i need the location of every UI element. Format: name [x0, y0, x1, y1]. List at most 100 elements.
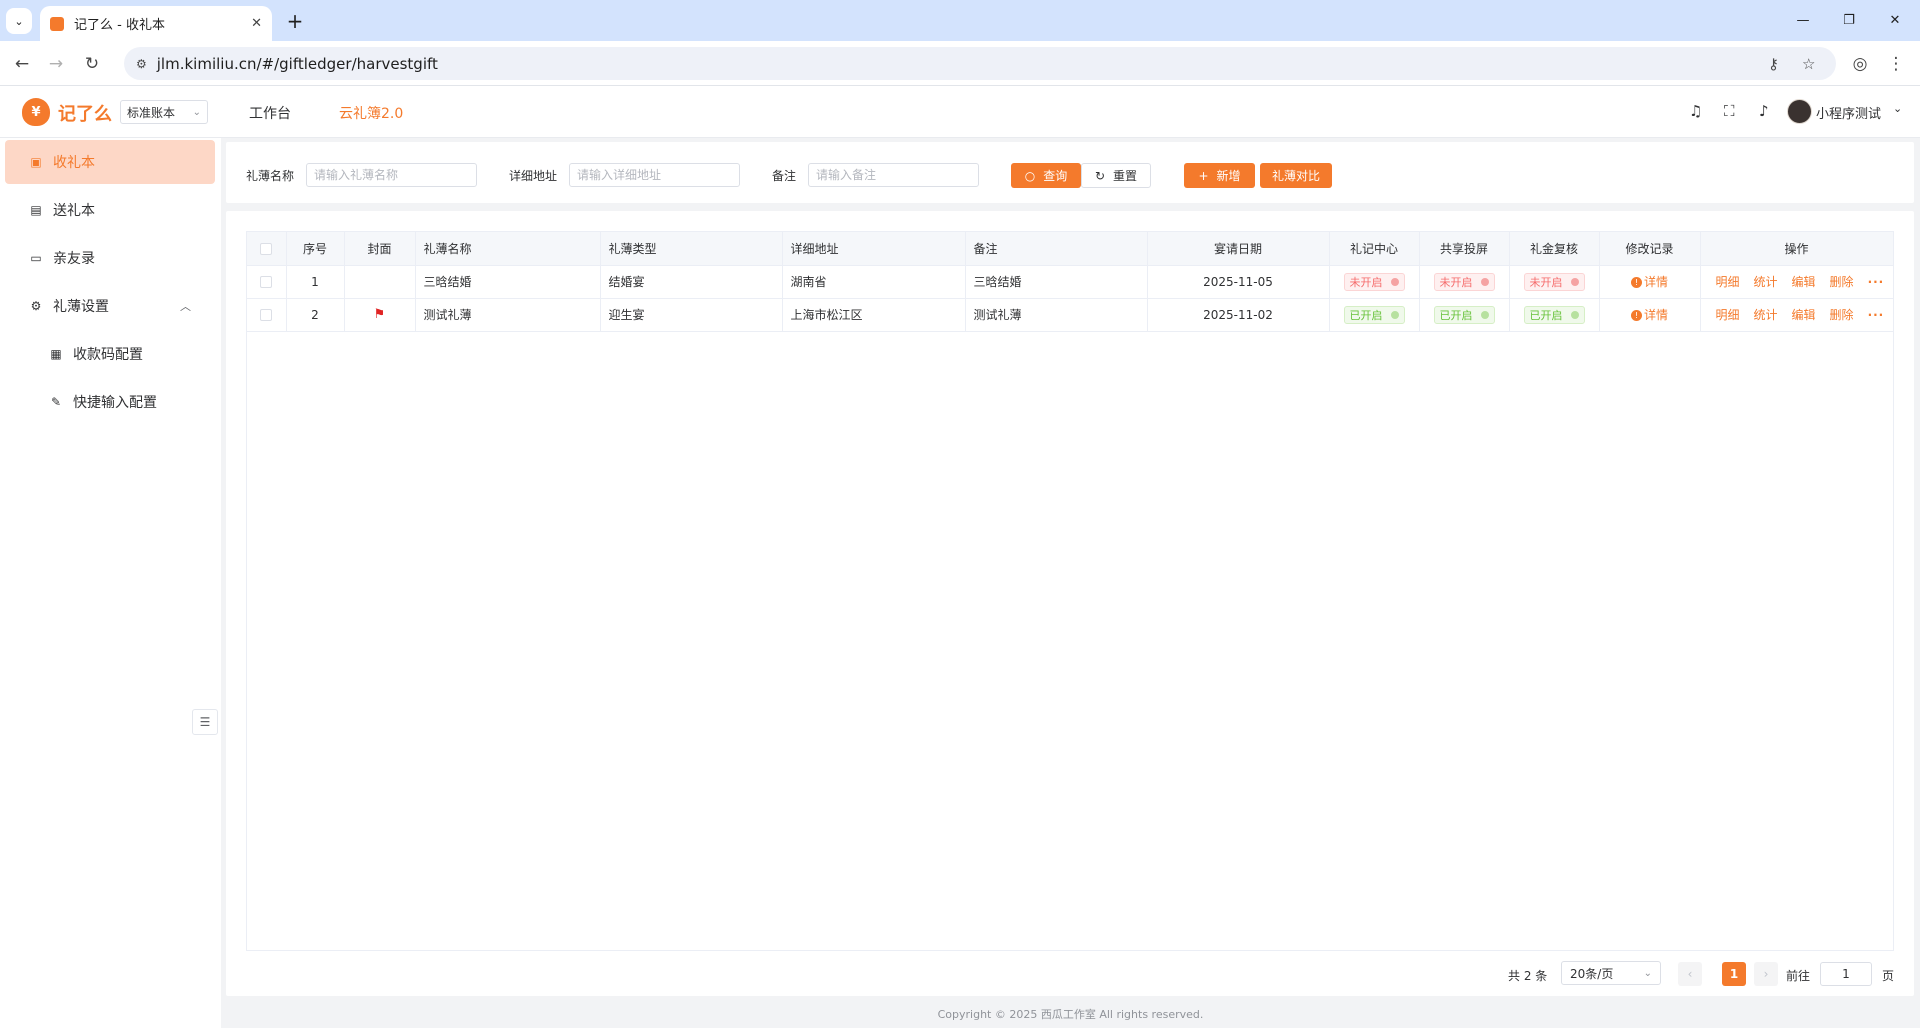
goto-label: 前往 — [1786, 968, 1811, 983]
sidebar-item-qrcode-config[interactable]: ▦ 收款码配置 — [5, 332, 215, 376]
row-address: 上海市松江区 — [782, 298, 966, 332]
ledger-table: 序号 封面 礼薄名称 礼薄类型 详细地址 备注 宴请日期 礼记中心 共享投屏 礼… — [246, 231, 1894, 951]
collapse-sidebar-icon[interactable]: ☰ — [192, 709, 218, 735]
new-tab-icon[interactable]: + — [282, 8, 308, 34]
row-actions: 明细 统计 编辑 删除 ··· — [1700, 265, 1894, 299]
review-status-toggle[interactable]: 已开启 — [1523, 305, 1585, 324]
goto-page-input[interactable] — [1820, 962, 1872, 986]
back-icon[interactable]: ← — [8, 50, 36, 78]
address-input[interactable] — [569, 163, 740, 187]
row-checkbox[interactable] — [247, 265, 287, 299]
column-header: 封面 — [344, 232, 416, 266]
browser-toolbar: ← → ↻ ⚙ jlm.kimiliu.cn/#/giftledger/harv… — [0, 41, 1920, 86]
sidebar-item-settings[interactable]: ⚙ 礼薄设置 ︿ — [5, 284, 215, 328]
page-number-current[interactable]: 1 — [1722, 962, 1746, 986]
query-button[interactable]: ○ 查询 — [1011, 163, 1081, 188]
edit-link[interactable]: 编辑 — [1792, 308, 1816, 322]
more-icon[interactable]: ··· — [1868, 308, 1885, 322]
record-detail-link[interactable]: ! 详情 — [1630, 275, 1668, 289]
info-icon: ! — [1630, 277, 1642, 288]
sidebar-item-harvest[interactable]: ▣ 收礼本 — [5, 140, 215, 184]
more-icon[interactable]: ··· — [1868, 275, 1885, 289]
table-row: 1 三晗结婚 结婚宴 湖南省 三晗结婚 2025-11-05 未开启 未开启 未… — [247, 265, 1894, 299]
add-button-label: 新增 — [1216, 169, 1241, 183]
tab-search-chevron-icon[interactable]: ⌄ — [6, 8, 32, 34]
edit-link[interactable]: 编辑 — [1792, 275, 1816, 289]
browser-menu-icon[interactable]: ⋮ — [1882, 50, 1910, 78]
page-size-select[interactable]: 20条/页 ⌄ — [1561, 961, 1661, 985]
column-header: 详细地址 — [782, 232, 966, 266]
footer-copyright: Copyright © 2025 西瓜工作室 All rights reserv… — [937, 1008, 1204, 1021]
browser-tabbar: ⌄ 记了么 - 收礼本 ✕ + — ❐ ✕ — [0, 0, 1920, 41]
site-info-icon[interactable]: ⚙ — [136, 57, 147, 71]
profile-icon[interactable]: ◎ — [1846, 50, 1874, 78]
ledger-select[interactable]: 标准账本 ⌄ — [120, 100, 208, 124]
column-header: 修改记录 — [1599, 232, 1701, 266]
remark-input[interactable] — [808, 163, 979, 187]
record-detail-label: 详情 — [1643, 275, 1668, 289]
close-window-icon[interactable]: ✕ — [1872, 0, 1918, 41]
add-button[interactable]: + 新增 — [1184, 163, 1255, 188]
bookmark-star-icon[interactable]: ☆ — [1802, 47, 1815, 80]
favicon-icon — [50, 16, 64, 31]
center-status-toggle[interactable]: 未开启 — [1343, 272, 1405, 291]
compare-button[interactable]: 礼薄对比 — [1260, 163, 1332, 188]
bell-icon[interactable]: ♪ — [1759, 102, 1769, 120]
qrcode-icon: ▦ — [50, 347, 62, 361]
sidebar: ▣ 收礼本 ▤ 送礼本 ▭ 亲友录 ⚙ 礼薄设置 ︿ ▦ 收款码配置 ✎ 快捷输… — [0, 138, 221, 1028]
row-index: 2 — [286, 298, 345, 332]
minimize-icon[interactable]: — — [1780, 0, 1826, 41]
nav-workbench[interactable]: 工作台 — [249, 103, 291, 123]
row-actions: 明细 统计 编辑 删除 ··· — [1700, 298, 1894, 332]
record-detail-link[interactable]: ! 详情 — [1630, 308, 1668, 322]
review-status-toggle[interactable]: 未开启 — [1523, 272, 1585, 291]
fullscreen-icon[interactable]: ⛶ — [1724, 102, 1735, 120]
browser-tab[interactable]: 记了么 - 收礼本 ✕ — [40, 6, 272, 41]
sidebar-item-contacts[interactable]: ▭ 亲友录 — [5, 236, 215, 280]
sidebar-item-label: 收礼本 — [53, 155, 95, 171]
sidebar-item-quick-input-config[interactable]: ✎ 快捷输入配置 — [5, 380, 215, 424]
detail-link[interactable]: 明细 — [1716, 275, 1740, 289]
prev-page-icon[interactable]: ‹ — [1678, 962, 1702, 986]
reset-button-label: 重置 — [1113, 169, 1138, 183]
row-remark: 三晗结婚 — [965, 265, 1148, 299]
nav-cloud-ledger[interactable]: 云礼簿2.0 — [339, 103, 403, 123]
detail-link[interactable]: 明细 — [1716, 308, 1740, 322]
stats-link[interactable]: 统计 — [1754, 308, 1778, 322]
restore-icon[interactable]: ❐ — [1826, 0, 1872, 41]
column-header: 礼金复核 — [1509, 232, 1600, 266]
select-all-checkbox[interactable] — [247, 232, 287, 266]
delete-link[interactable]: 删除 — [1830, 275, 1854, 289]
forward-icon[interactable]: → — [42, 50, 70, 78]
headset-icon[interactable]: ♫ — [1689, 102, 1702, 120]
row-checkbox[interactable] — [247, 298, 287, 332]
delete-link[interactable]: 删除 — [1830, 308, 1854, 322]
username[interactable]: 小程序测试 — [1816, 103, 1881, 122]
sidebar-item-label: 送礼本 — [53, 203, 95, 219]
reset-button[interactable]: ↻ 重置 — [1081, 163, 1151, 188]
stats-link[interactable]: 统计 — [1754, 275, 1778, 289]
share-status-toggle[interactable]: 未开启 — [1433, 272, 1495, 291]
search-icon: ○ — [1024, 168, 1036, 183]
remark-label: 备注 — [772, 169, 797, 183]
next-page-icon[interactable]: › — [1754, 962, 1778, 986]
share-status-toggle[interactable]: 已开启 — [1433, 305, 1495, 324]
name-input[interactable] — [306, 163, 477, 187]
address-bar[interactable]: ⚙ jlm.kimiliu.cn/#/giftledger/harvestgif… — [124, 47, 1836, 80]
avatar[interactable] — [1787, 99, 1812, 124]
status-label: 未开启 — [1529, 275, 1563, 289]
sidebar-item-send[interactable]: ▤ 送礼本 — [5, 188, 215, 232]
password-key-icon[interactable]: ⚷ — [1768, 47, 1779, 80]
center-status-toggle[interactable]: 已开启 — [1343, 305, 1405, 324]
total-count: 共 2 条 — [1508, 968, 1548, 983]
reload-icon[interactable]: ↻ — [78, 50, 106, 78]
row-cover[interactable]: ⚑ — [344, 298, 416, 332]
gear-icon: ⚙ — [30, 299, 42, 313]
row-date: 2025-11-05 — [1147, 265, 1330, 299]
ledger-table-card: 序号 封面 礼薄名称 礼薄类型 详细地址 备注 宴请日期 礼记中心 共享投屏 礼… — [226, 211, 1914, 996]
status-label: 已开启 — [1439, 308, 1473, 322]
query-button-label: 查询 — [1043, 169, 1068, 183]
tab-close-icon[interactable]: ✕ — [251, 16, 262, 31]
search-form: 礼薄名称 详细地址 备注 ○ 查询 ↻ 重置 + 新增 礼薄对比 — [226, 142, 1914, 203]
user-chevron-down-icon[interactable]: ⌄ — [1893, 102, 1902, 115]
